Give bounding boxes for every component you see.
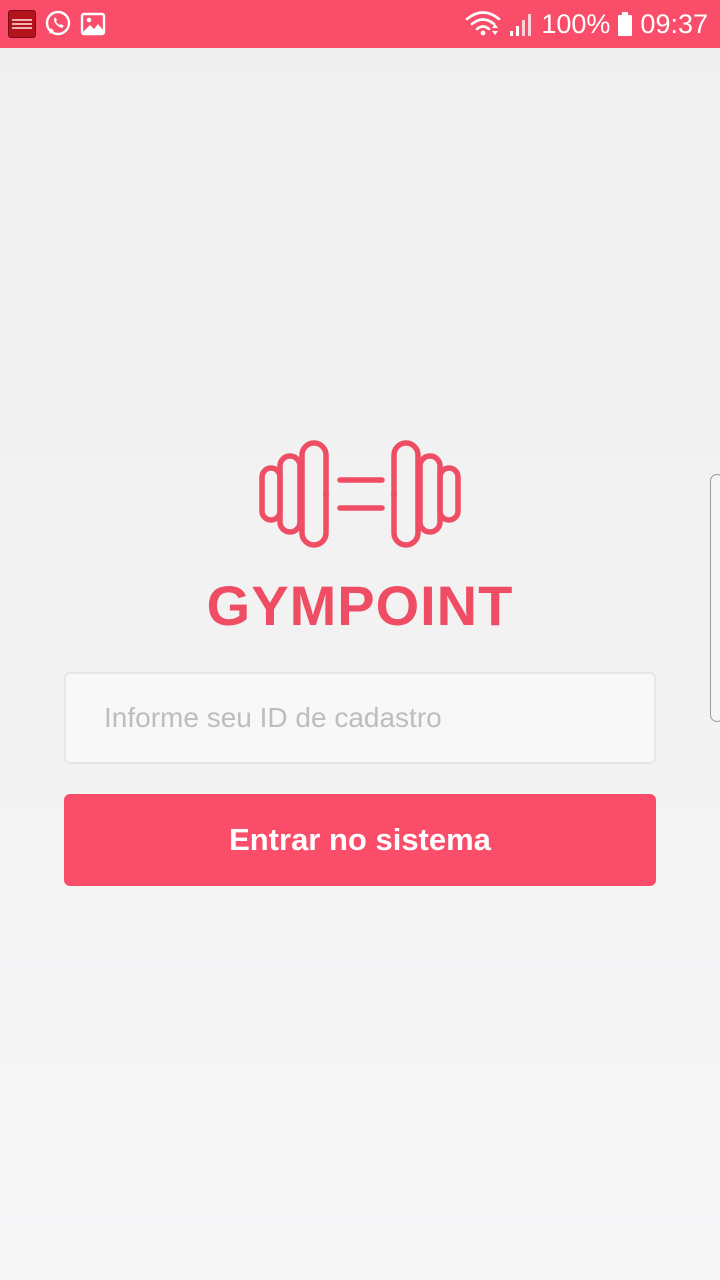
- whatsapp-icon: [45, 10, 71, 36]
- system-status: 100% 09:37: [465, 0, 708, 48]
- brand-name: GYMPOINT: [206, 574, 514, 637]
- battery-percent: 100%: [541, 8, 611, 39]
- battery-icon: [618, 12, 633, 36]
- news-app-icon: [8, 10, 36, 38]
- dumbbell-icon: [259, 440, 461, 548]
- login-button[interactable]: Entrar no sistema: [64, 794, 656, 886]
- notification-icons: [8, 9, 106, 39]
- clock: 09:37: [640, 8, 708, 39]
- id-input[interactable]: [64, 672, 656, 764]
- wifi-icon: [466, 11, 501, 36]
- gallery-icon: [80, 12, 106, 36]
- status-bar: 100% 09:37: [0, 0, 720, 48]
- signal-icon: [510, 14, 532, 36]
